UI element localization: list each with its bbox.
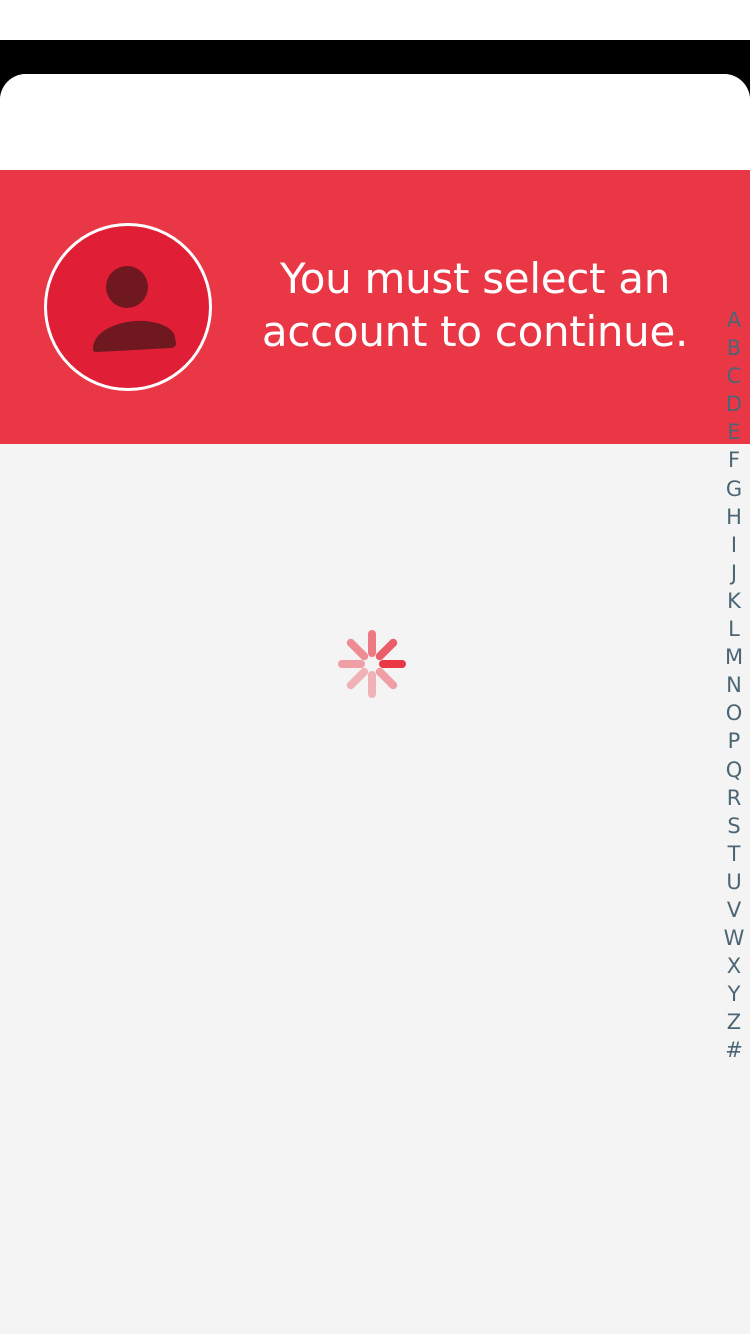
alphabet-index-letter[interactable]: U [726,868,741,896]
alphabet-index-letter[interactable]: O [726,699,743,727]
alphabet-index-letter[interactable]: M [725,643,743,671]
account-picker-sheet: You must select an account to continue. [0,74,750,1334]
alphabet-index-letter[interactable]: H [726,503,742,531]
spinner-spoke [375,667,398,690]
alphabet-index-letter[interactable]: S [727,812,740,840]
alphabet-index-letter[interactable]: F [728,446,740,474]
spinner-spoke [346,667,369,690]
avatar [44,223,212,391]
person-icon [93,266,176,352]
alphabet-index-letter[interactable]: G [726,475,742,503]
alphabet-index-letter[interactable]: # [725,1036,743,1064]
alphabet-index-letter[interactable]: W [724,924,745,952]
alphabet-index-letter[interactable]: V [727,896,741,924]
alphabet-index-letter[interactable]: X [727,952,741,980]
alphabet-index-letter[interactable]: P [728,727,741,755]
alphabet-index-letter[interactable]: D [726,390,742,418]
spinner-spoke [375,638,398,661]
alphabet-index-letter[interactable]: J [731,559,737,587]
loading-spinner-icon [336,628,408,700]
alphabet-index-letter[interactable]: E [727,418,740,446]
status-bar [0,0,750,40]
sheet-header [0,74,750,170]
account-required-banner: You must select an account to continue. [0,170,750,444]
alphabet-index-letter[interactable]: T [728,840,741,868]
alphabet-index-letter[interactable]: Y [728,980,741,1008]
alphabet-index-letter[interactable]: I [731,531,737,559]
alphabet-index-letter[interactable]: R [727,784,742,812]
spinner-spoke [346,638,369,661]
alphabet-index-letter[interactable]: B [727,334,741,362]
alphabet-index-letter[interactable]: Q [726,756,743,784]
alphabet-index-letter[interactable]: C [727,362,742,390]
alphabet-index-letter[interactable]: Z [727,1008,741,1036]
alphabet-index-letter[interactable]: K [727,587,741,615]
banner-message: You must select an account to continue. [261,254,689,356]
alphabet-index-letter[interactable]: A [727,306,741,334]
alphabet-index[interactable]: A B C D E F G H I J K L M N O P Q R S T U V W X Y Z # [722,306,746,1065]
alphabet-index-letter[interactable]: L [728,615,740,643]
alphabet-index-letter[interactable]: N [726,671,742,699]
